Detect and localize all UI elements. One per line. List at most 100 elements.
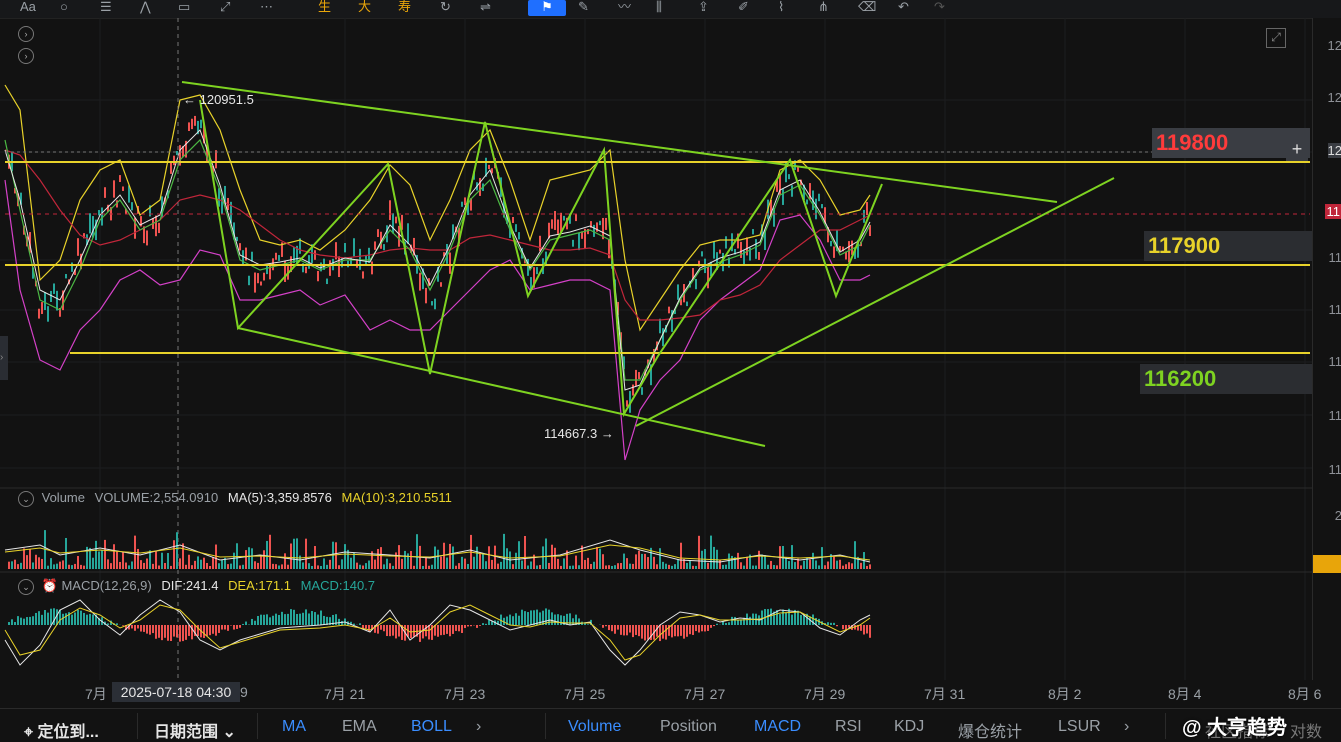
indicator-lsur[interactable]: LSUR (1058, 718, 1101, 736)
export-icon[interactable]: ⇪ (698, 0, 709, 16)
volume-bar (50, 558, 52, 569)
macd-bar (257, 616, 259, 625)
macd-legend: ⌄ ⏰ MACD(12,26,9) DIF:241.4 DEA:171.1 MA… (18, 578, 375, 595)
indicator-kdj[interactable]: KDJ (894, 718, 924, 736)
volume-bar (11, 561, 13, 569)
candle (53, 283, 55, 293)
volume-bar (317, 565, 319, 569)
price-axis[interactable]: 12 12 12 11 11 11 11 11 11 2 (1312, 18, 1341, 680)
indicator-ema[interactable]: EMA (342, 718, 377, 736)
chevron-right-icon[interactable]: › (1124, 718, 1129, 736)
candle (668, 307, 670, 314)
indicator-boll[interactable]: BOLL (411, 718, 452, 736)
pattern-tool-icon[interactable]: ⋀ (140, 0, 151, 16)
price-axis-label: 12 (1328, 90, 1341, 105)
candle (407, 223, 409, 244)
fib-tool-icon[interactable]: ⇌ (480, 0, 491, 16)
macd-bar (422, 625, 424, 638)
volume-bar (350, 558, 352, 569)
volume-bar (746, 557, 748, 569)
delete-icon[interactable]: ⌫ (858, 0, 876, 16)
volume-bar (842, 566, 844, 569)
candle (662, 328, 664, 346)
alarm-icon[interactable]: ⏰ (42, 578, 58, 593)
chevron-right-icon[interactable]: › (476, 718, 481, 736)
volume-bar (617, 563, 619, 569)
fullscreen-icon[interactable]: ⤢ (1266, 28, 1286, 48)
text-tool-3[interactable]: 寿 (398, 0, 411, 16)
bookmark-icon[interactable]: ⚑ (528, 0, 566, 16)
text-tool-2[interactable]: 大 (358, 0, 371, 16)
volume-bar (656, 564, 658, 569)
undo-icon[interactable]: ↶ (898, 0, 909, 16)
macd-bar (251, 619, 253, 625)
add-level-icon[interactable]: + (1286, 139, 1308, 161)
volume-bar (440, 557, 442, 569)
volume-bar (563, 558, 565, 569)
collapse-chevron-icon[interactable]: › (18, 48, 34, 64)
macd-bar (380, 625, 382, 630)
volume-bar (110, 563, 112, 569)
volume-bar (647, 557, 649, 569)
redo-icon[interactable]: ↷ (934, 0, 945, 16)
font-tool[interactable]: Aa (20, 0, 36, 16)
macd-bar (737, 620, 739, 625)
candle (641, 387, 643, 395)
volume-bar (158, 566, 160, 569)
volume-bar (821, 547, 823, 569)
candle (353, 238, 355, 256)
macd-bar (65, 613, 67, 625)
magnet-icon[interactable]: ⋔ (818, 0, 829, 16)
wave-icon[interactable]: 〰 (618, 0, 631, 16)
candle (191, 119, 193, 129)
macd-bar (395, 625, 397, 638)
locate-button[interactable]: ⌖ 定位到... (24, 718, 99, 742)
volume-bar (569, 566, 571, 569)
candle (686, 302, 688, 307)
indicator-ma[interactable]: MA (282, 718, 306, 736)
volume-bar (671, 566, 673, 569)
rectangle-tool-icon[interactable]: ▭ (178, 0, 190, 16)
volume-bar (68, 565, 70, 569)
volume-bar (293, 539, 295, 569)
macd-bar (707, 625, 709, 631)
circle-tool-icon[interactable]: ○ (60, 0, 68, 16)
indicator-rsi[interactable]: RSI (835, 718, 862, 736)
macd-bar (863, 625, 865, 634)
macd-bar (647, 625, 649, 640)
expand-chevron-icon[interactable]: › (18, 26, 34, 42)
measure-tool-icon[interactable]: ⤢ (220, 0, 230, 16)
volume-bar (233, 553, 235, 569)
chart-area[interactable]: › › ⤢ › ← 120951.5 114667.3 → 119800 + 1… (0, 18, 1312, 680)
history-icon[interactable]: ↻ (440, 0, 451, 16)
edit-icon[interactable]: ✐ (738, 0, 749, 16)
candles-icon[interactable]: ⫼ (656, 0, 662, 16)
volume-bar (275, 564, 277, 569)
text-tool-1[interactable]: 生 (318, 0, 331, 16)
macd-toggle-icon[interactable]: ⌄ (18, 579, 34, 595)
indicator-volume[interactable]: Volume (568, 718, 621, 736)
macd-bar (176, 625, 178, 637)
volume-toggle-icon[interactable]: ⌄ (18, 491, 34, 507)
macd-bar (389, 625, 391, 636)
volume-bar (80, 565, 82, 569)
indicator-liquidation[interactable]: 爆仓统计 (958, 718, 1022, 742)
date-range-button[interactable]: 日期范围 ⌄ (154, 718, 236, 742)
indicator-macd[interactable]: MACD (754, 718, 801, 736)
lines-tool-icon[interactable]: ☰ (100, 0, 112, 16)
log-scale-button[interactable]: 对数 (1290, 718, 1322, 742)
side-handle-icon[interactable]: › (0, 336, 8, 380)
macd-bar (215, 625, 217, 636)
more-tools-icon[interactable]: ⋯ (260, 0, 273, 16)
volume-bar (353, 553, 355, 569)
indicator-position[interactable]: Position (660, 718, 717, 736)
volume-bar (665, 564, 667, 569)
volume-bar (719, 560, 721, 569)
volume-bar (428, 566, 430, 569)
volume-bar (623, 554, 625, 569)
pencil-icon[interactable]: ✎ (578, 0, 589, 16)
macd-bar (689, 625, 691, 634)
attach-icon[interactable]: ⌇ (778, 0, 784, 16)
candle (158, 223, 160, 233)
candle (248, 276, 250, 285)
